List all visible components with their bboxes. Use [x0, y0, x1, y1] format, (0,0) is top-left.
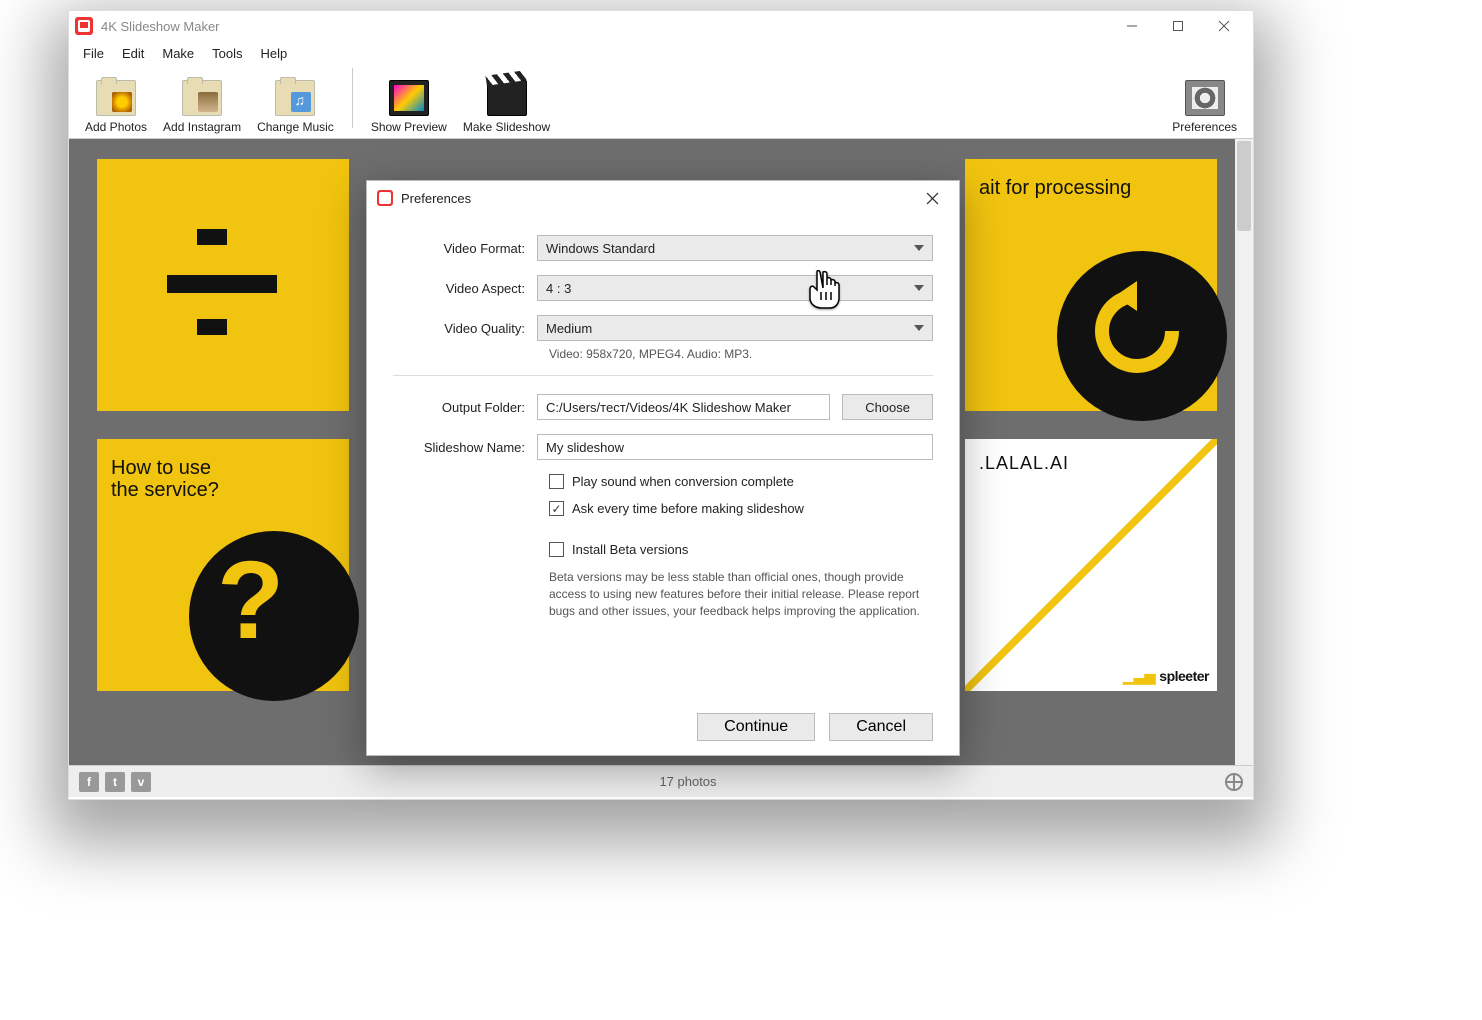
titlebar: 4K Slideshow Maker: [69, 11, 1253, 41]
thumbnail-caption: ait for processing: [979, 177, 1131, 199]
folder-photo-icon: [96, 80, 136, 116]
slideshow-name-input[interactable]: My slideshow: [537, 434, 933, 460]
gear-icon: [1185, 80, 1225, 116]
show-preview-label: Show Preview: [371, 120, 447, 134]
minimize-button[interactable]: [1109, 12, 1155, 40]
dialog-close-button[interactable]: [915, 183, 949, 213]
add-photos-button[interactable]: Add Photos: [77, 80, 155, 134]
output-folder-input[interactable]: C:/Users/тест/Videos/4K Slideshow Maker: [537, 394, 830, 420]
checkbox-icon: [549, 501, 564, 516]
video-aspect-label: Video Aspect:: [393, 281, 537, 296]
checkbox-icon: [549, 474, 564, 489]
add-instagram-button[interactable]: Add Instagram: [155, 80, 249, 134]
divider: [393, 375, 933, 376]
twitter-icon[interactable]: t: [105, 772, 125, 792]
preferences-label: Preferences: [1172, 120, 1237, 134]
status-count: 17 photos: [151, 774, 1225, 789]
add-instagram-label: Add Instagram: [163, 120, 241, 134]
chevron-down-icon: [914, 325, 924, 331]
continue-label: Continue: [724, 718, 788, 736]
menu-help[interactable]: Help: [253, 44, 296, 63]
show-preview-button[interactable]: Show Preview: [363, 80, 455, 134]
video-aspect-value: 4 : 3: [546, 281, 571, 296]
window-title: 4K Slideshow Maker: [101, 19, 1109, 34]
toolbar: Add Photos Add Instagram Change Music Sh…: [69, 65, 1253, 139]
vertical-scrollbar[interactable]: [1235, 139, 1253, 765]
choose-label: Choose: [865, 400, 910, 415]
video-format-label: Video Format:: [393, 241, 537, 256]
output-folder-label: Output Folder:: [393, 400, 537, 415]
install-beta-label: Install Beta versions: [572, 542, 688, 557]
video-aspect-combo[interactable]: 4 : 3: [537, 275, 933, 301]
chevron-down-icon: [914, 245, 924, 251]
menu-edit[interactable]: Edit: [114, 44, 152, 63]
refresh-icon: [1057, 251, 1227, 421]
cancel-button[interactable]: Cancel: [829, 713, 933, 741]
output-folder-value: C:/Users/тест/Videos/4K Slideshow Maker: [546, 400, 791, 415]
beta-note-text: Beta versions may be less stable than of…: [549, 569, 933, 619]
folder-instagram-icon: [182, 80, 222, 116]
preferences-button[interactable]: Preferences: [1164, 80, 1245, 134]
video-format-combo[interactable]: Windows Standard: [537, 235, 933, 261]
vimeo-icon[interactable]: v: [131, 772, 151, 792]
checkbox-icon: [549, 542, 564, 557]
statusbar: f t v 17 photos: [69, 765, 1253, 797]
menubar: File Edit Make Tools Help: [69, 41, 1253, 65]
make-slideshow-button[interactable]: Make Slideshow: [455, 80, 558, 134]
toolbar-separator: [352, 68, 353, 128]
close-button[interactable]: [1201, 12, 1247, 40]
make-slideshow-label: Make Slideshow: [463, 120, 550, 134]
menu-tools[interactable]: Tools: [204, 44, 250, 63]
slideshow-name-label: Slideshow Name:: [393, 440, 537, 455]
scrollbar-handle[interactable]: [1237, 141, 1251, 231]
globe-icon[interactable]: [1225, 773, 1243, 791]
ask-every-time-label: Ask every time before making slideshow: [572, 501, 804, 516]
video-quality-combo[interactable]: Medium: [537, 315, 933, 341]
menu-file[interactable]: File: [75, 44, 112, 63]
change-music-button[interactable]: Change Music: [249, 80, 342, 134]
slideshow-name-value: My slideshow: [546, 440, 624, 455]
dialog-app-icon: [377, 190, 393, 206]
thumbnail[interactable]: [97, 159, 349, 411]
preview-icon: [389, 80, 429, 116]
video-quality-label: Video Quality:: [393, 321, 537, 336]
preferences-dialog: Preferences Video Format: Windows Standa…: [366, 180, 960, 756]
install-beta-checkbox[interactable]: Install Beta versions: [549, 542, 933, 557]
play-sound-label: Play sound when conversion complete: [572, 474, 794, 489]
cancel-label: Cancel: [856, 718, 906, 736]
question-icon: [189, 531, 359, 701]
thumbnail[interactable]: How to use the service?: [97, 439, 349, 691]
maximize-button[interactable]: [1155, 12, 1201, 40]
brand-label: ▁▃▅ spleeter: [1123, 668, 1209, 685]
thumbnail[interactable]: .LALAL.AI ▁▃▅ spleeter: [965, 439, 1217, 691]
folder-music-icon: [275, 80, 315, 116]
continue-button[interactable]: Continue: [697, 713, 815, 741]
facebook-icon[interactable]: f: [79, 772, 99, 792]
video-format-value: Windows Standard: [546, 241, 655, 256]
add-photos-label: Add Photos: [85, 120, 147, 134]
app-icon: [75, 17, 93, 35]
ask-every-time-checkbox[interactable]: Ask every time before making slideshow: [549, 501, 933, 516]
dialog-title: Preferences: [401, 191, 915, 206]
clapperboard-icon: [487, 80, 527, 116]
video-quality-value: Medium: [546, 321, 592, 336]
play-sound-checkbox[interactable]: Play sound when conversion complete: [549, 474, 933, 489]
change-music-label: Change Music: [257, 120, 334, 134]
thumbnail-caption: How to use the service?: [111, 457, 219, 501]
thumbnail[interactable]: ait for processing: [965, 159, 1217, 411]
menu-make[interactable]: Make: [154, 44, 202, 63]
chevron-down-icon: [914, 285, 924, 291]
choose-button[interactable]: Choose: [842, 394, 933, 420]
quality-info-text: Video: 958x720, MPEG4. Audio: MP3.: [549, 347, 933, 361]
